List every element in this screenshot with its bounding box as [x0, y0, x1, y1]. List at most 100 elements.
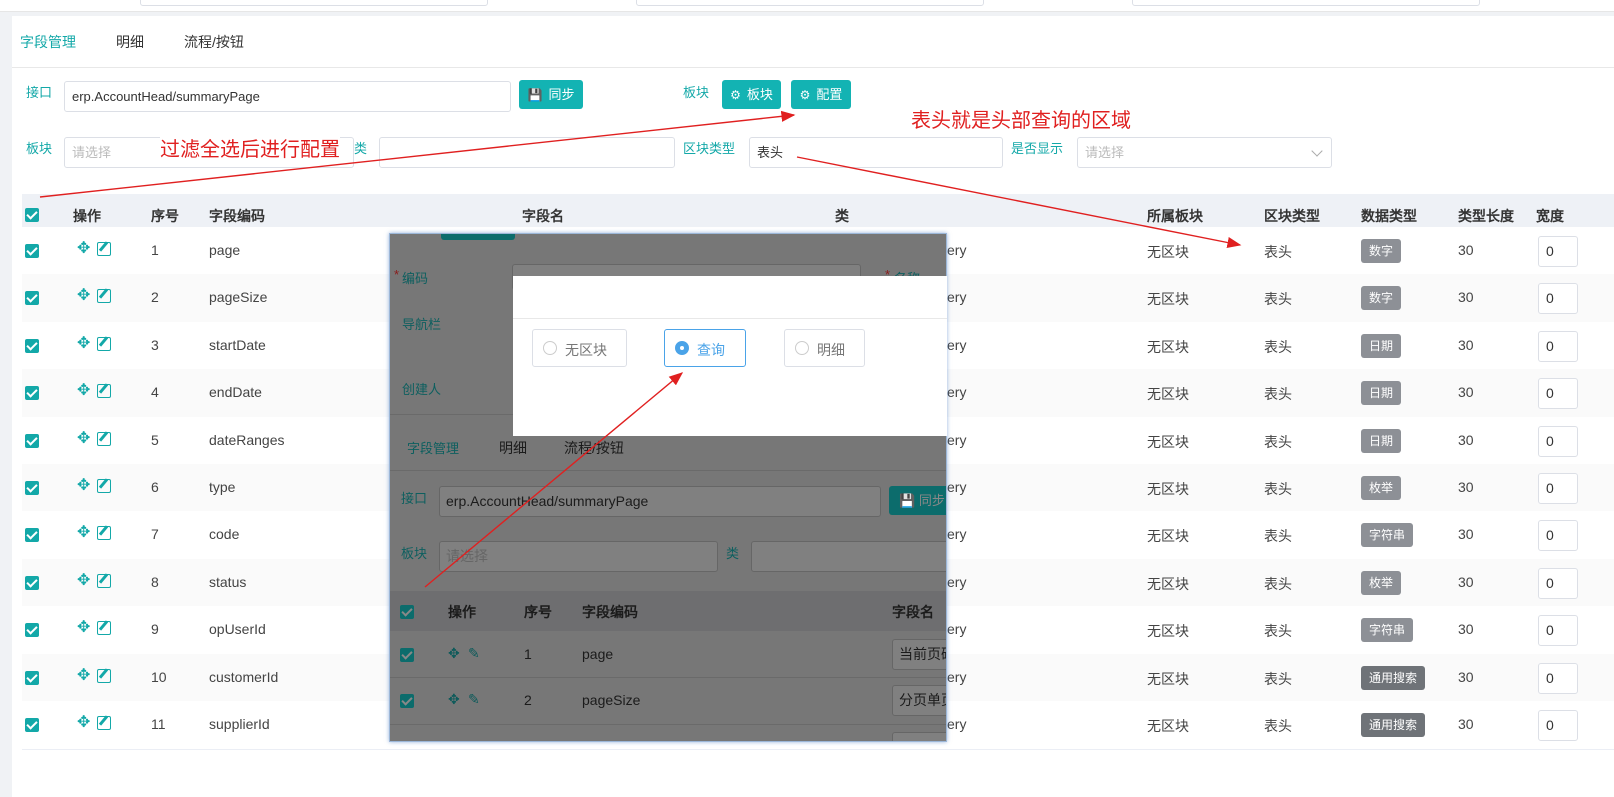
row-checkbox[interactable]: [25, 244, 39, 258]
api-input[interactable]: erp.AccountHead/summaryPage: [64, 81, 511, 112]
move-icon[interactable]: ✥: [77, 241, 90, 257]
sync-button[interactable]: 💾 同步: [519, 80, 583, 109]
width-input[interactable]: 0: [1538, 473, 1578, 504]
row-type-length: 30: [1458, 573, 1474, 590]
move-icon[interactable]: ✥: [77, 667, 90, 684]
data-type-badge: 日期: [1361, 428, 1402, 453]
block-button[interactable]: ⚙ 板块: [722, 80, 781, 109]
radio-query-label: 查询: [697, 342, 725, 358]
row-checkbox[interactable]: [25, 386, 39, 401]
inset-divider: [390, 470, 946, 471]
width-input[interactable]: 0: [1538, 710, 1578, 741]
row-checkbox[interactable]: [25, 338, 39, 353]
row-block: 无区块: [1147, 481, 1189, 497]
inset-row-divider: [390, 677, 946, 678]
filter-annotation: 过滤全选后进行配置: [160, 133, 340, 162]
row-field-code: dateRanges: [209, 431, 285, 448]
move-icon[interactable]: ✥: [77, 430, 90, 447]
edit-icon[interactable]: [97, 384, 111, 399]
row-area-type: 表头: [1264, 338, 1292, 355]
edit-icon[interactable]: [97, 289, 111, 304]
edit-icon[interactable]: [97, 526, 111, 541]
row-field-code: page: [209, 242, 241, 258]
row-class: ery: [947, 431, 967, 448]
show-select[interactable]: 请选择: [1077, 137, 1332, 168]
edit-icon[interactable]: [97, 431, 111, 446]
edit-icon[interactable]: [97, 621, 111, 636]
move-icon[interactable]: ✥: [77, 335, 90, 352]
width-input[interactable]: 0: [1538, 330, 1578, 362]
width-input[interactable]: 0: [1538, 236, 1578, 267]
row-checkbox[interactable]: [25, 291, 39, 306]
inset-row-no: 2: [524, 692, 532, 708]
width-input[interactable]: 0: [1538, 283, 1578, 315]
move-icon[interactable]: ✥: [77, 715, 90, 731]
col-header-ops: 操作: [73, 208, 101, 224]
move-icon[interactable]: ✥: [77, 383, 90, 399]
move-icon[interactable]: ✥: [77, 525, 90, 541]
row-class: ery: [947, 526, 967, 543]
row-class: ery: [947, 289, 967, 306]
row-no: 4: [151, 384, 159, 401]
radio-query[interactable]: 查询: [664, 329, 746, 367]
width-input[interactable]: 0: [1538, 425, 1578, 457]
tab-flow-buttons[interactable]: 流程/按钮: [184, 32, 244, 52]
row-type-length: 30: [1458, 621, 1474, 638]
move-icon[interactable]: ✥: [77, 478, 90, 494]
width-input[interactable]: 0: [1538, 520, 1578, 552]
move-icon[interactable]: ✥: [77, 620, 90, 636]
inset-sync-button: 💾 同步: [889, 486, 946, 515]
row-no: 10: [151, 668, 167, 685]
inset-tab-detail: 明细: [499, 440, 527, 456]
row-type-length: 30: [1458, 526, 1474, 543]
edit-icon[interactable]: [97, 716, 111, 730]
row-type-length: 30: [1458, 479, 1474, 495]
block-label: 板块: [683, 85, 710, 100]
row-checkbox[interactable]: [25, 718, 39, 732]
edit-icon[interactable]: [97, 573, 111, 588]
class-input[interactable]: [379, 137, 675, 168]
width-input[interactable]: 0: [1538, 615, 1578, 647]
move-icon[interactable]: ✥: [77, 288, 90, 304]
tab-detail[interactable]: 明细: [116, 32, 144, 52]
edit-icon[interactable]: [97, 668, 111, 683]
inset-row-code: page: [582, 646, 614, 662]
select-all-checkbox[interactable]: [25, 208, 39, 222]
row-block: 无区块: [1147, 386, 1189, 403]
data-type-badge: 枚举: [1361, 570, 1402, 595]
move-icon[interactable]: ✥: [77, 572, 90, 589]
inset-row-name: 分页单页: [892, 685, 946, 716]
row-checkbox[interactable]: [25, 481, 39, 495]
row-checkbox[interactable]: [25, 623, 39, 638]
config-button[interactable]: ⚙ 配置: [791, 80, 851, 109]
row-actions: ✥: [77, 335, 117, 354]
row-area-type: 表头: [1264, 244, 1292, 260]
inset-tab-flow: 流程/按钮: [564, 440, 624, 456]
row-checkbox[interactable]: [25, 528, 39, 543]
inset-block-select: 请选择: [439, 541, 718, 572]
row-actions: ✥: [77, 620, 117, 638]
row-checkbox[interactable]: [25, 575, 39, 590]
gear-icon: ⚙: [799, 88, 811, 102]
edit-icon[interactable]: [97, 242, 111, 256]
radio-no-block[interactable]: 无区块: [532, 329, 627, 367]
row-field-code: opUserId: [209, 621, 266, 638]
edit-icon[interactable]: [97, 336, 111, 351]
row-no: 2: [151, 289, 159, 306]
row-checkbox[interactable]: [25, 433, 39, 448]
width-input[interactable]: 0: [1538, 378, 1578, 410]
config-button-label: 配置: [816, 87, 843, 102]
row-type-length: 30: [1458, 336, 1474, 353]
width-input[interactable]: 0: [1538, 567, 1578, 599]
radio-circle-icon: [795, 341, 809, 355]
tab-field-management[interactable]: 字段管理: [20, 32, 76, 52]
edit-icon[interactable]: [97, 479, 111, 493]
row-checkbox[interactable]: [25, 670, 39, 685]
area-type-input[interactable]: 表头: [749, 137, 1003, 168]
chevron-down-icon: [1311, 145, 1323, 157]
data-type-badge: 日期: [1361, 333, 1402, 358]
row-type-length: 30: [1458, 384, 1474, 401]
radio-detail[interactable]: 明细: [784, 329, 865, 367]
row-actions: ✥: [77, 715, 117, 733]
width-input[interactable]: 0: [1538, 662, 1578, 694]
